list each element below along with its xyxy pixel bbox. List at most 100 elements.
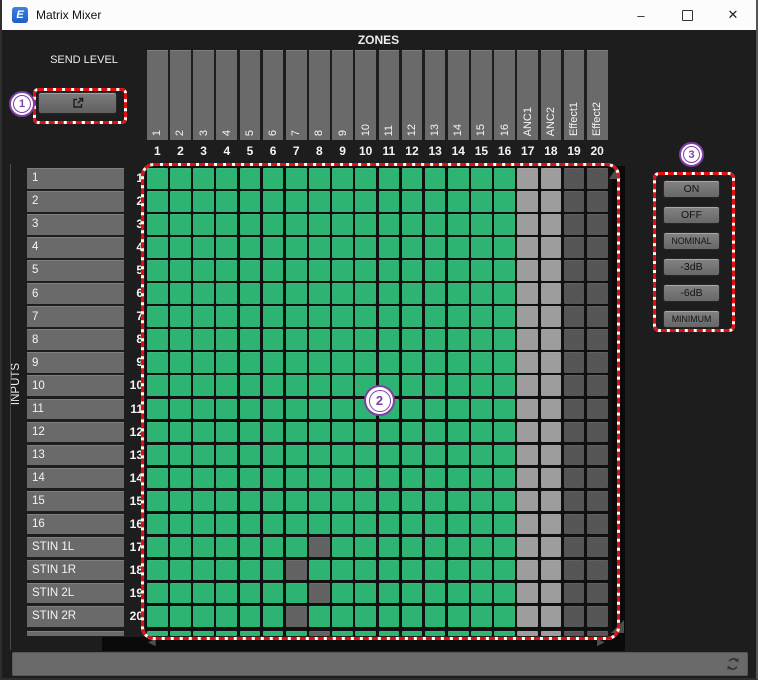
matrix-cell[interactable] bbox=[541, 606, 562, 627]
matrix-cell[interactable] bbox=[541, 191, 562, 212]
matrix-cell[interactable] bbox=[309, 583, 330, 604]
matrix-cell[interactable] bbox=[402, 583, 423, 604]
zone-column-header[interactable]: 2 bbox=[170, 50, 191, 140]
matrix-cell[interactable] bbox=[517, 399, 538, 420]
matrix-cell[interactable] bbox=[448, 399, 469, 420]
matrix-cell[interactable] bbox=[448, 514, 469, 535]
maximize-button[interactable] bbox=[664, 0, 710, 30]
matrix-cell[interactable] bbox=[147, 191, 168, 212]
matrix-cell[interactable] bbox=[517, 606, 538, 627]
matrix-cell[interactable] bbox=[286, 329, 307, 350]
matrix-cell[interactable] bbox=[216, 260, 237, 281]
input-row-label[interactable]: STIN 1L bbox=[27, 537, 124, 558]
matrix-cell[interactable] bbox=[471, 352, 492, 373]
matrix-cell[interactable] bbox=[147, 375, 168, 396]
matrix-cell[interactable] bbox=[494, 491, 515, 512]
input-row-label[interactable]: 8 bbox=[27, 329, 124, 350]
matrix-cell[interactable] bbox=[286, 445, 307, 466]
matrix-cell[interactable] bbox=[240, 191, 261, 212]
matrix-cell[interactable] bbox=[240, 375, 261, 396]
matrix-cell[interactable] bbox=[587, 306, 608, 327]
matrix-cell[interactable] bbox=[564, 191, 585, 212]
zone-column-header[interactable]: Effect1 bbox=[564, 50, 585, 140]
matrix-cell[interactable] bbox=[170, 422, 191, 443]
matrix-cell[interactable] bbox=[564, 168, 585, 189]
matrix-cell[interactable] bbox=[286, 306, 307, 327]
preset-minimum-button[interactable]: MINIMUM bbox=[663, 310, 720, 328]
matrix-cell[interactable] bbox=[147, 445, 168, 466]
matrix-cell[interactable] bbox=[309, 375, 330, 396]
scroll-corner-grip-icon[interactable] bbox=[611, 620, 624, 633]
matrix-cell[interactable] bbox=[379, 329, 400, 350]
matrix-cell[interactable] bbox=[541, 514, 562, 535]
matrix-cell[interactable] bbox=[147, 352, 168, 373]
matrix-cell[interactable] bbox=[216, 329, 237, 350]
matrix-cell[interactable] bbox=[216, 491, 237, 512]
matrix-cell[interactable] bbox=[448, 214, 469, 235]
matrix-cell[interactable] bbox=[471, 399, 492, 420]
matrix-cell[interactable] bbox=[263, 237, 284, 258]
matrix-cell[interactable] bbox=[240, 260, 261, 281]
matrix-cell[interactable] bbox=[193, 445, 214, 466]
zone-column-header[interactable]: 14 bbox=[448, 50, 469, 140]
matrix-cell[interactable] bbox=[402, 537, 423, 558]
matrix-cell[interactable] bbox=[193, 583, 214, 604]
matrix-cell[interactable] bbox=[193, 468, 214, 489]
matrix-cell[interactable] bbox=[541, 491, 562, 512]
matrix-cell[interactable] bbox=[471, 260, 492, 281]
matrix-cell[interactable] bbox=[517, 306, 538, 327]
matrix-cell[interactable] bbox=[147, 329, 168, 350]
matrix-cell[interactable] bbox=[263, 445, 284, 466]
matrix-cell[interactable] bbox=[494, 168, 515, 189]
matrix-cell[interactable] bbox=[587, 329, 608, 350]
matrix-cell[interactable] bbox=[402, 445, 423, 466]
matrix-cell[interactable] bbox=[541, 352, 562, 373]
matrix-cell[interactable] bbox=[216, 583, 237, 604]
matrix-cell[interactable] bbox=[355, 329, 376, 350]
matrix-cell[interactable] bbox=[216, 445, 237, 466]
input-row-label[interactable]: 7 bbox=[27, 306, 124, 327]
matrix-cell[interactable] bbox=[471, 468, 492, 489]
matrix-cell[interactable] bbox=[448, 606, 469, 627]
matrix-cell[interactable] bbox=[332, 606, 353, 627]
matrix-cell[interactable] bbox=[170, 329, 191, 350]
matrix-cell[interactable] bbox=[216, 422, 237, 443]
matrix-cell[interactable] bbox=[193, 422, 214, 443]
matrix-cell[interactable] bbox=[263, 491, 284, 512]
matrix-cell[interactable] bbox=[471, 422, 492, 443]
matrix-cell[interactable] bbox=[240, 352, 261, 373]
matrix-cell[interactable] bbox=[402, 214, 423, 235]
input-row-label[interactable]: 2 bbox=[27, 191, 124, 212]
matrix-cell[interactable] bbox=[170, 606, 191, 627]
matrix-cell[interactable] bbox=[147, 306, 168, 327]
matrix-cell[interactable] bbox=[147, 537, 168, 558]
matrix-cell[interactable] bbox=[425, 583, 446, 604]
matrix-cell[interactable] bbox=[216, 399, 237, 420]
matrix-cell[interactable] bbox=[448, 260, 469, 281]
matrix-cell[interactable] bbox=[517, 560, 538, 581]
matrix-cell[interactable] bbox=[170, 283, 191, 304]
matrix-cell[interactable] bbox=[541, 468, 562, 489]
matrix-cell[interactable] bbox=[216, 560, 237, 581]
matrix-cell[interactable] bbox=[309, 491, 330, 512]
matrix-cell[interactable] bbox=[494, 260, 515, 281]
matrix-cell[interactable] bbox=[170, 399, 191, 420]
matrix-cell[interactable] bbox=[425, 445, 446, 466]
matrix-cell[interactable] bbox=[587, 214, 608, 235]
matrix-cell[interactable] bbox=[402, 514, 423, 535]
matrix-cell[interactable] bbox=[494, 560, 515, 581]
matrix-cell[interactable] bbox=[541, 399, 562, 420]
matrix-cell[interactable] bbox=[355, 306, 376, 327]
matrix-cell[interactable] bbox=[240, 491, 261, 512]
matrix-cell[interactable] bbox=[425, 537, 446, 558]
matrix-cell[interactable] bbox=[240, 537, 261, 558]
matrix-cell[interactable] bbox=[309, 237, 330, 258]
matrix-cell[interactable] bbox=[587, 583, 608, 604]
matrix-cell[interactable] bbox=[379, 168, 400, 189]
matrix-cell[interactable] bbox=[379, 468, 400, 489]
matrix-cell[interactable] bbox=[193, 491, 214, 512]
matrix-cell[interactable] bbox=[170, 191, 191, 212]
scroll-right-icon[interactable]: ▶ bbox=[597, 636, 605, 650]
matrix-cell[interactable] bbox=[402, 329, 423, 350]
matrix-cell[interactable] bbox=[471, 537, 492, 558]
